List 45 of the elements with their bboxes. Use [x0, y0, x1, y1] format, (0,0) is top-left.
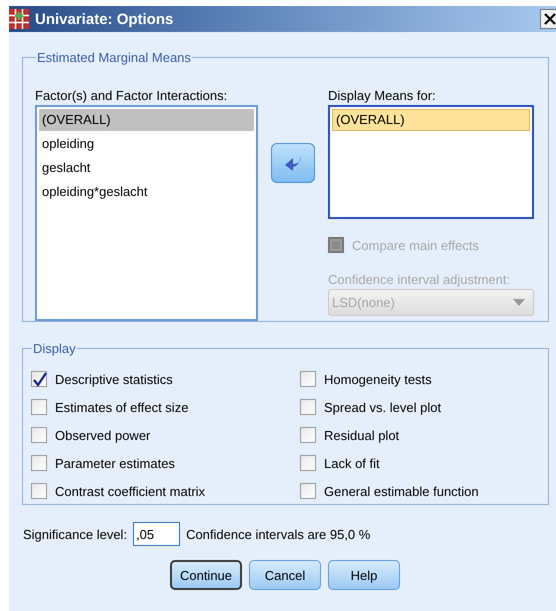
- checkbox-label: General estimable function: [324, 484, 479, 498]
- checkbox[interactable]: [31, 399, 47, 415]
- checkbox-label: Residual plot: [324, 428, 400, 442]
- caret-icon: [513, 299, 525, 306]
- list-item[interactable]: (OVERALL): [332, 109, 530, 131]
- checkbox-label: Spread vs. level plot: [324, 400, 442, 414]
- means-list[interactable]: (OVERALL): [328, 105, 534, 219]
- dropdown-label: Confidence interval adjustment:: [328, 271, 512, 288]
- list-item[interactable]: (OVERALL): [39, 109, 254, 131]
- factor-list[interactable]: (OVERALL) opleiding geslacht opleiding*geslacht: [35, 105, 258, 321]
- checkbox[interactable]: [31, 371, 47, 387]
- dialog-button[interactable]: Continue: [170, 560, 242, 590]
- list-item[interactable]: geslacht: [39, 157, 254, 179]
- checkbox[interactable]: [300, 371, 316, 387]
- group-title: Display: [32, 341, 77, 356]
- list-item[interactable]: opleiding: [39, 133, 254, 155]
- checkbox-label: Descriptive statistics: [55, 372, 173, 386]
- checkbox-label: Compare main effects: [352, 238, 479, 252]
- checkbox[interactable]: [300, 455, 316, 471]
- group-title: Estimated Marginal Means: [36, 50, 192, 65]
- checkbox[interactable]: [31, 483, 47, 499]
- move-button[interactable]: [271, 143, 315, 183]
- checkbox-label: Lack of fit: [324, 456, 380, 470]
- field-label: Significance level:: [23, 526, 128, 542]
- checkbox-label: Parameter estimates: [55, 456, 175, 470]
- list-item[interactable]: opleiding*geslacht: [39, 181, 254, 203]
- checkbox-label: Contrast coefficient matrix: [55, 484, 206, 498]
- checkbox[interactable]: [300, 399, 316, 415]
- list-label: Factor(s) and Factor Interactions:: [35, 87, 228, 104]
- dialog-button[interactable]: Cancel: [249, 560, 321, 590]
- checkbox-label: Estimates of effect size: [55, 400, 188, 414]
- close-button[interactable]: [540, 9, 556, 29]
- arrow-icon: [283, 154, 303, 172]
- table-icon: [9, 9, 29, 29]
- checkbox[interactable]: [300, 427, 316, 443]
- confidence-note: Confidence intervals are 95,0 %: [186, 526, 370, 542]
- checkbox-label: Homogeneity tests: [324, 372, 432, 386]
- window-title: Univariate: Options: [35, 10, 174, 28]
- significance-field[interactable]: ,05: [133, 522, 180, 546]
- dialog-button[interactable]: Help: [328, 560, 400, 590]
- list-label: Display Means for:: [328, 87, 437, 104]
- checkbox-label: Observed power: [55, 428, 150, 442]
- checkbox[interactable]: [31, 455, 47, 471]
- checkbox[interactable]: [31, 427, 47, 443]
- checkbox[interactable]: [300, 483, 316, 499]
